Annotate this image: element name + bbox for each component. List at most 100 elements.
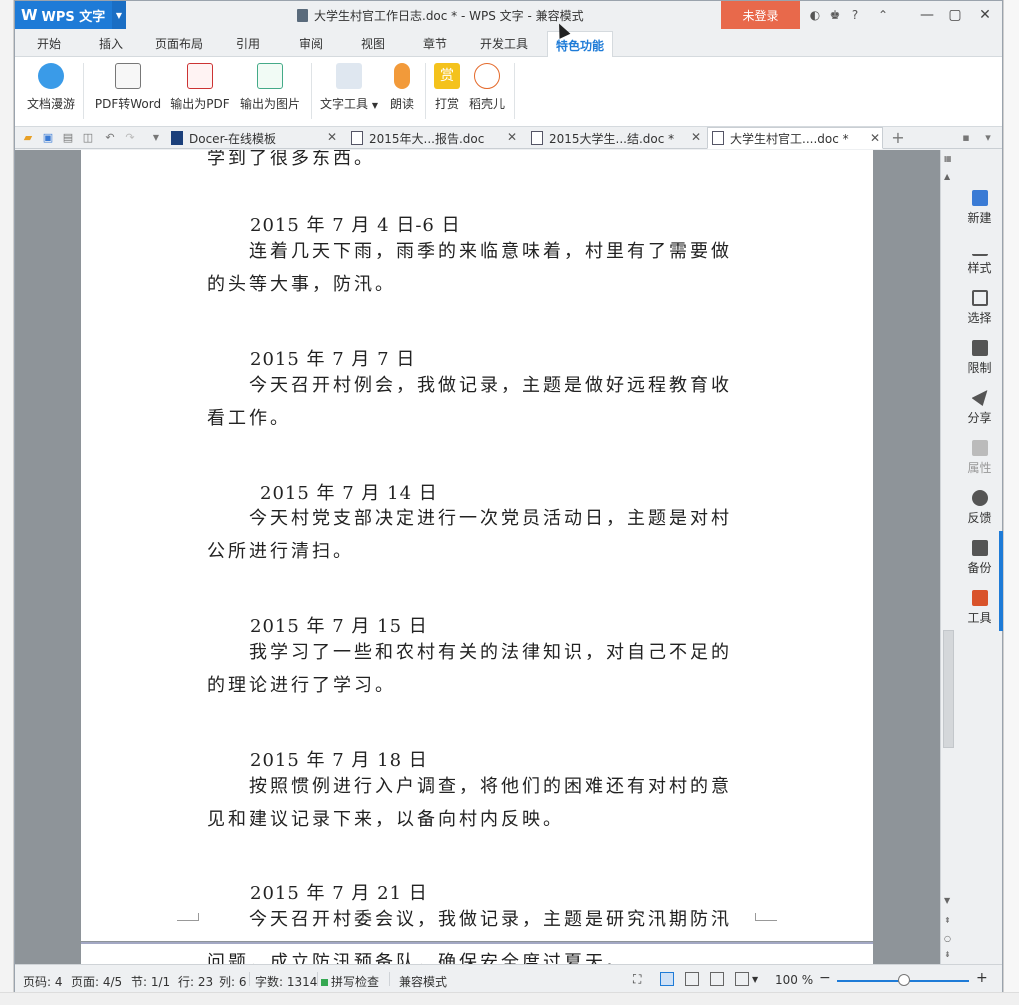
new-tab-icon[interactable]: + xyxy=(891,128,905,147)
docer-button[interactable]: 稻壳儿 xyxy=(467,63,507,112)
tab-page-layout[interactable]: 页面布局 xyxy=(155,35,203,52)
close-icon[interactable]: ✕ xyxy=(691,130,701,144)
pane-collapse-handle[interactable] xyxy=(999,531,1003,631)
export-pdf-button[interactable]: 输出为PDF xyxy=(170,63,230,112)
status-page-number[interactable]: 页码: 4 xyxy=(23,973,63,990)
chevron-down-icon[interactable]: ▼ xyxy=(112,1,126,29)
select-icon xyxy=(971,290,988,306)
side-backup-button[interactable]: 备份 xyxy=(957,540,1002,576)
side-share-button[interactable]: 分享 xyxy=(957,390,1002,426)
side-tools-button[interactable]: 工具 xyxy=(957,590,1002,626)
status-word-count[interactable]: 字数: 1314 xyxy=(255,973,317,990)
login-button[interactable]: 未登录 xyxy=(721,1,800,29)
tab-home[interactable]: 开始 xyxy=(37,35,61,52)
new-doc-icon xyxy=(971,190,988,206)
maximize-button[interactable]: ▢ xyxy=(940,3,970,27)
title-actions: ◐ ♚ ? ⌃ xyxy=(805,5,893,25)
app-menu-button[interactable]: W WPS 文字 ▼ xyxy=(15,1,126,29)
redo-icon[interactable]: ↷ xyxy=(123,130,137,144)
select-browse-object-icon[interactable]: ○ xyxy=(944,934,951,943)
minimize-button[interactable]: — xyxy=(912,3,942,27)
close-button[interactable]: ✕ xyxy=(970,3,1000,27)
status-page-count[interactable]: 页面: 4/5 xyxy=(71,973,122,990)
status-divider xyxy=(389,972,390,986)
doc-tab-docer[interactable]: Docer-在线模板 ✕ xyxy=(167,127,339,149)
zoom-in-button[interactable]: + xyxy=(976,970,988,986)
text-tools-button[interactable]: 文字工具 ▼ xyxy=(319,63,379,112)
status-divider xyxy=(317,972,318,986)
status-indicator-icon xyxy=(321,979,328,986)
side-feedback-button[interactable]: 反馈 xyxy=(957,490,1002,526)
pdf-to-word-icon xyxy=(115,63,141,89)
doc-tab-report[interactable]: 2015年大...报告.doc ✕ xyxy=(347,127,519,149)
save-icon[interactable]: ▣ xyxy=(41,130,55,144)
tab-chapter[interactable]: 章节 xyxy=(423,35,447,52)
reward-button[interactable]: 赏 打赏 xyxy=(432,63,462,112)
tab-developer[interactable]: 开发工具 xyxy=(480,35,528,52)
side-restrict-button[interactable]: 限制 xyxy=(957,340,1002,376)
skin-icon[interactable]: ◐ xyxy=(805,5,825,25)
document-icon xyxy=(351,131,363,145)
doc-tab-village-log[interactable]: 大学生村官工....doc * ✕ xyxy=(707,127,883,149)
entry-paragraph: 今天村党支部决定进行一次党员活动日，主题是对村 公所进行清扫。 xyxy=(207,508,732,562)
export-pdf-icon xyxy=(187,63,213,89)
properties-icon xyxy=(971,440,988,456)
split-view-icon[interactable]: ▦ xyxy=(944,154,952,163)
help-button[interactable]: ? xyxy=(845,5,865,25)
print-icon[interactable]: ▤ xyxy=(61,130,75,144)
scrollbar-thumb[interactable] xyxy=(943,630,954,748)
spell-check-toggle[interactable]: 拼写检查 xyxy=(321,973,379,990)
scroll-down-arrow[interactable]: ▼ xyxy=(944,896,950,905)
entry-paragraph: 今天召开村委会议，我做记录，主题是研究汛期防汛 xyxy=(249,909,732,930)
chevron-down-icon[interactable]: ▼ xyxy=(149,130,163,144)
title-bar: W WPS 文字 ▼ 大学生村官工作日志.doc * - WPS 文字 - 兼容… xyxy=(15,1,1002,30)
close-icon[interactable]: ✕ xyxy=(507,130,517,144)
undo-icon[interactable]: ↶ xyxy=(103,130,117,144)
doc-roaming-button[interactable]: 文档漫游 xyxy=(25,63,77,112)
document-tab-bar: ▰ ▣ ▤ ◫ ↶ ↷ ▼ Docer-在线模板 ✕ 2015年大...报告.d… xyxy=(15,127,1002,149)
side-select-button[interactable]: 选择 xyxy=(957,290,1002,326)
reading-view-icon[interactable] xyxy=(735,972,749,986)
entry-paragraph: 问题，成立防汛预备队，确保安全度过夏天。 xyxy=(207,952,627,964)
vertical-scrollbar[interactable]: ▦ ▲ ▼ ⇞ ○ ⇟ xyxy=(940,150,956,964)
tab-review[interactable]: 审阅 xyxy=(299,35,323,52)
tab-references[interactable]: 引用 xyxy=(236,35,260,52)
export-image-button[interactable]: 输出为图片 xyxy=(238,63,302,112)
status-divider xyxy=(249,972,250,986)
read-aloud-button[interactable]: 朗读 xyxy=(387,63,417,112)
page-view-icon[interactable] xyxy=(660,972,674,986)
side-new-button[interactable]: 新建 xyxy=(957,190,1002,226)
shirt-icon[interactable]: ♚ xyxy=(825,5,845,25)
chevron-down-icon: ▼ xyxy=(371,101,378,110)
print-preview-icon[interactable]: ◫ xyxy=(81,130,95,144)
zoom-slider-thumb[interactable] xyxy=(898,974,910,986)
next-page[interactable]: 问题，成立防汛预备队，确保安全度过夏天。 xyxy=(81,942,873,964)
side-style-button[interactable]: 样式 xyxy=(957,240,1002,276)
outline-view-icon[interactable] xyxy=(685,972,699,986)
open-icon[interactable]: ▰ xyxy=(21,130,35,144)
chevron-down-icon[interactable]: ▼ xyxy=(752,975,758,984)
tab-view[interactable]: 视图 xyxy=(361,35,385,52)
microphone-icon xyxy=(394,63,410,89)
document-page[interactable]: 学到了很多东西。 2015 年 7 月 4 日-6 日 连着几天下雨，雨季的来临… xyxy=(81,150,873,941)
document-icon xyxy=(297,9,308,22)
scroll-up-arrow[interactable]: ▲ xyxy=(944,172,950,181)
entry-paragraph: 今天召开村例会，我做记录，主题是做好远程教育收 看工作。 xyxy=(207,375,732,429)
next-page-icon[interactable]: ⇟ xyxy=(944,950,951,959)
previous-page-icon[interactable]: ⇞ xyxy=(944,916,951,925)
fullscreen-icon[interactable]: ⛶ xyxy=(633,972,647,986)
zoom-level[interactable]: 100 % xyxy=(775,973,813,987)
close-icon[interactable]: ✕ xyxy=(870,131,880,145)
close-icon[interactable]: ✕ xyxy=(327,130,337,144)
cloud-icon xyxy=(38,63,64,89)
tab-menu-icon[interactable]: ▾ xyxy=(981,130,995,144)
tab-list-icon[interactable]: ▪ xyxy=(959,130,973,144)
ribbon-divider xyxy=(514,63,515,119)
doc-tab-summary[interactable]: 2015大学生...结.doc * ✕ xyxy=(527,127,703,149)
zoom-out-button[interactable]: − xyxy=(819,970,831,986)
web-view-icon[interactable] xyxy=(710,972,724,986)
document-canvas[interactable]: 学到了很多东西。 2015 年 7 月 4 日-6 日 连着几天下雨，雨季的来临… xyxy=(15,150,940,964)
tab-insert[interactable]: 插入 xyxy=(99,35,123,52)
pdf-to-word-button[interactable]: PDF转Word xyxy=(94,63,162,112)
collapse-ribbon-icon[interactable]: ⌃ xyxy=(873,5,893,25)
